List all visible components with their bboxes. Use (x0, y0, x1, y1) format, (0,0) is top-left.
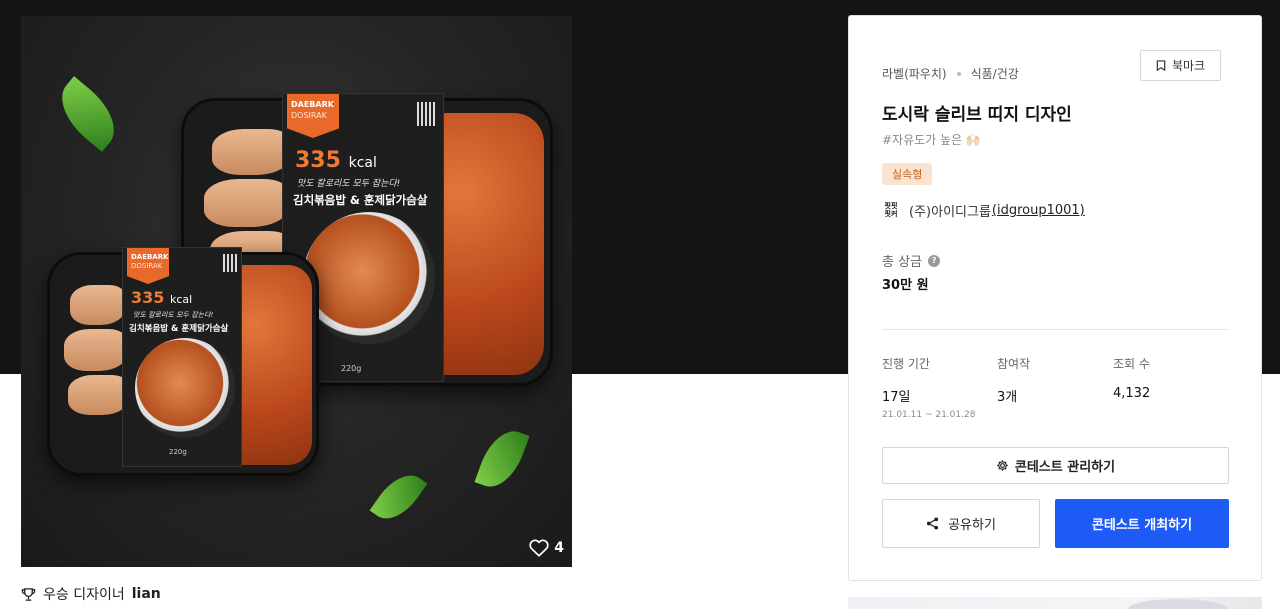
like-button[interactable]: 4 (529, 539, 564, 557)
host-name: (주)아이디그룹 (909, 205, 991, 220)
kcal-value: 335 kcal (131, 288, 193, 307)
slogan-script: 맛도 칼로리도 모두 잡는다! (133, 311, 214, 319)
winner-designer: 우승 디자이너 lian (21, 584, 161, 604)
menu-name: 김치볶음밥 & 훈제닭가슴살 (129, 324, 229, 334)
banner-peek[interactable] (848, 597, 1262, 609)
stat-entries: 참여작 3개 (997, 357, 1031, 405)
basil-leaf (369, 465, 428, 529)
prize-value: 30만 원 (882, 278, 929, 293)
package-weight: 220g (169, 448, 187, 456)
contest-subtitle: #자유도가 높은 🙌🏻 (882, 133, 981, 147)
host-logo: 핏핏 핏커 (884, 201, 898, 218)
menu-name: 김치볶음밥 & 훈제닭가슴살 (293, 193, 428, 207)
brand-tag: DAEBARK DOSIRAK (287, 94, 339, 138)
kimchi-fried-rice (230, 265, 312, 465)
food-plate-photo (135, 338, 235, 438)
tier-badge: 실속형 (882, 163, 933, 185)
winner-label: 우승 디자이너 (43, 587, 125, 603)
host-profile-link[interactable]: (idgroup1001) (992, 203, 1085, 218)
bookmark-label: 북마크 (1171, 59, 1206, 73)
chicken-slice (212, 129, 292, 175)
contest-title: 도시락 슬리브 띠지 디자인 (882, 105, 1072, 125)
winner-name[interactable]: lian (132, 586, 161, 602)
basil-leaf (474, 423, 530, 495)
chicken-slice (204, 179, 290, 227)
chicken-slice (64, 329, 128, 371)
host-contest-button[interactable]: 콘테스트 개최하기 (1055, 499, 1229, 548)
food-plate-photo (303, 212, 435, 344)
manage-contest-button[interactable]: 콘테스트 관리하기 (882, 447, 1229, 484)
share-label: 공유하기 (948, 518, 996, 533)
brand-tag: DAEBARK DOSIRAK (127, 248, 169, 284)
chicken-slice (68, 375, 130, 415)
prize-label: 총 상금 ? (882, 251, 941, 270)
stat-period: 진행 기간 17일 21.01.11 ~ 21.01.28 (882, 357, 976, 420)
manage-contest-label: 콘테스트 관리하기 (1014, 460, 1116, 475)
qr-code (417, 102, 435, 126)
stat-views: 조회 수 4,132 (1113, 357, 1151, 401)
host-info: 핏핏 핏커 (주)아이디그룹 (idgroup1001) (882, 201, 1085, 221)
trophy-icon (21, 587, 36, 601)
bookmark-icon (1156, 60, 1166, 71)
contest-info-card: 라벨(파우치) 식품/건강 북마크 도시락 슬리브 띠지 디자인 #자유도가 높… (848, 15, 1262, 581)
category-primary[interactable]: 라벨(파우치) (882, 65, 947, 82)
category-breadcrumb: 라벨(파우치) 식품/건강 (882, 65, 1019, 82)
package-weight: 220g (341, 364, 362, 373)
share-button[interactable]: 공유하기 (882, 499, 1040, 548)
product-image[interactable]: DAEBARK DOSIRAK 335 kcal 맛도 칼로리도 모두 잡는다!… (21, 16, 572, 567)
share-icon (927, 517, 939, 530)
basil-leaf (48, 76, 128, 152)
bookmark-button[interactable]: 북마크 (1140, 50, 1221, 81)
category-secondary[interactable]: 식품/건강 (971, 65, 1019, 82)
slogan-script: 맛도 칼로리도 모두 잡는다! (297, 179, 401, 189)
heart-icon (529, 539, 549, 557)
small-package-sleeve: DAEBARK DOSIRAK 335 kcal 맛도 칼로리도 모두 잡는다!… (123, 248, 241, 466)
separator-dot (956, 71, 961, 76)
gear-icon (997, 460, 1008, 471)
chicken-slice (70, 285, 126, 325)
qr-code (223, 254, 237, 272)
like-count: 4 (554, 540, 564, 556)
kcal-value: 335 kcal (295, 148, 377, 173)
divider (882, 329, 1229, 330)
help-icon[interactable]: ? (928, 254, 941, 267)
